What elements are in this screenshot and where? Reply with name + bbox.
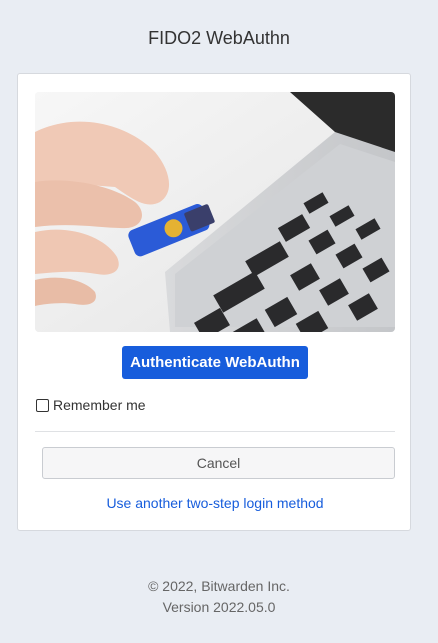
remember-me-label[interactable]: Remember me [53,397,146,413]
remember-me-checkbox[interactable] [36,398,49,412]
page-title: FIDO2 WebAuthn [148,28,290,48]
version-text: Version 2022.05.0 [162,599,276,615]
authenticate-webauthn-button[interactable]: Authenticate WebAuthn [122,346,308,379]
copyright-text: © 2022, Bitwarden Inc. [148,578,290,594]
remember-me-control[interactable]: Remember me [36,397,146,413]
use-another-method-link[interactable]: Use another two-step login method [18,495,412,511]
security-key-photo [35,92,395,332]
footer: © 2022, Bitwarden Inc. Version 2022.05.0 [0,576,438,618]
webauthn-card: Authenticate WebAuthn Remember me Cancel… [17,73,411,531]
cancel-button[interactable]: Cancel [42,447,395,479]
divider [35,431,395,432]
